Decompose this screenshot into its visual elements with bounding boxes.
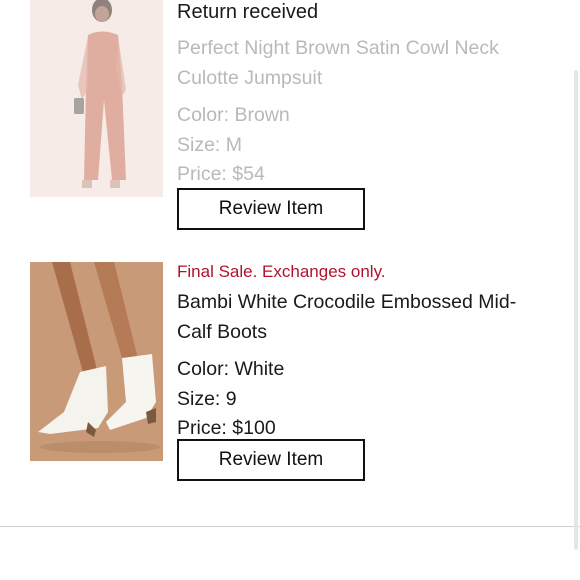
price-label: Price: [177,417,227,439]
color-label: Color: [177,104,230,126]
size-value: M [225,133,243,156]
product-price: Price: $54 [177,160,547,190]
order-item-2: Final Sale. Exchanges only. Bambi White … [30,262,550,492]
size-label: Size: [177,133,221,156]
product-image-jumpsuit[interactable] [30,0,163,197]
jumpsuit-photo-icon [30,0,163,197]
review-item-button[interactable]: Review Item [177,188,365,230]
product-specs: Color: White Size: 9 Price: $100 [177,355,547,444]
price-value: $100 [232,417,276,439]
product-name[interactable]: Perfect Night Brown Satin Cowl Neck Culo… [177,34,547,93]
scrollbar[interactable] [574,70,578,550]
review-item-button[interactable]: Review Item [177,439,365,481]
item-1-details: Return received Perfect Night Brown Sati… [177,0,547,190]
return-status: Return received [177,1,319,23]
price-value: $54 [232,163,265,185]
product-color: Color: White [177,355,547,385]
color-label: Color: [177,358,230,380]
product-size: Size: M [177,131,547,161]
size-label: Size: [177,387,221,410]
size-value: 9 [225,387,237,410]
color-value: Brown [234,104,290,126]
product-specs: Color: Brown Size: M Price: $54 [177,101,547,190]
boots-photo-icon [30,262,163,461]
product-image-boots[interactable] [30,262,163,461]
item-2-details: Final Sale. Exchanges only. Bambi White … [177,262,547,444]
price-label: Price: [177,163,227,185]
color-value: White [234,358,285,380]
final-sale-notice: Final Sale. Exchanges only. [177,262,386,281]
product-name[interactable]: Bambi White Crocodile Embossed Mid-Calf … [177,288,547,347]
section-divider [0,526,580,527]
product-color: Color: Brown [177,101,547,131]
order-item-1: Return received Perfect Night Brown Sati… [30,0,550,240]
product-size: Size: 9 [177,385,547,415]
